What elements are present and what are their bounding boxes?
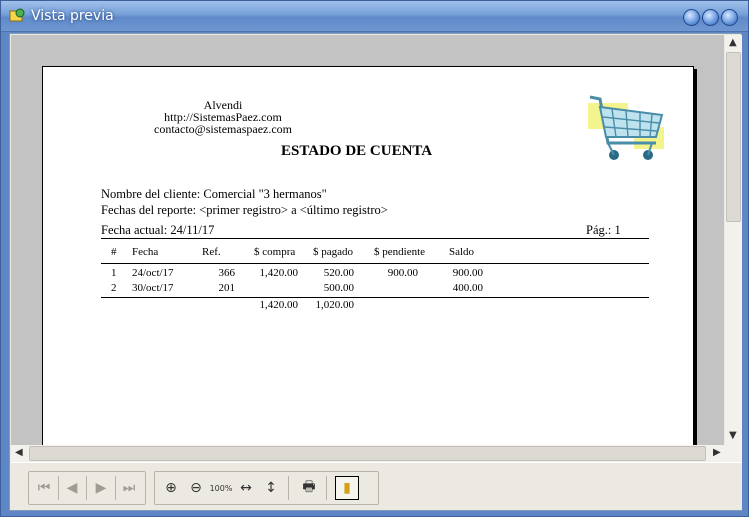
next-page-icon: ▶ — [95, 480, 107, 496]
fit-page-button[interactable]: ↕ — [259, 476, 283, 500]
col-header-saldo: Saldo — [449, 246, 475, 258]
row-pagado: 520.00 — [323, 267, 354, 279]
row-pagado: 500.00 — [323, 282, 354, 294]
app-icon — [9, 8, 25, 22]
exit-door-icon: ▮ — [343, 480, 351, 496]
fit-page-icon: ↕ — [265, 480, 277, 496]
row-saldo: 900.00 — [452, 267, 483, 279]
client-area: Alvendi http://SistemasPaez.com contacto… — [9, 33, 742, 511]
row-date: 30/oct/17 — [132, 282, 174, 294]
preview-toolbar: ⏮ ◀ ▶ ⏭ ⊕ ⊖ 100% ↔ ↕ 🖶 ▮ — [11, 462, 742, 510]
total-compra: 1,420.00 — [259, 299, 299, 311]
shopping-cart-logo — [588, 95, 664, 160]
row-compra: 1,420.00 — [259, 267, 299, 279]
navigation-group: ⏮ ◀ ▶ ⏭ — [28, 471, 146, 505]
print-button[interactable]: 🖶 — [297, 476, 321, 500]
close-button[interactable] — [721, 9, 738, 26]
col-header-ref: Ref. — [202, 246, 221, 258]
scroll-left-icon[interactable]: ◀ — [15, 447, 23, 458]
total-pagado: 1,020.00 — [315, 299, 355, 311]
toolbar-divider — [288, 476, 289, 500]
first-page-button[interactable]: ⏮ — [32, 476, 56, 500]
zoom-100-icon: 100% — [209, 483, 233, 493]
col-header-pagado: $ pagado — [313, 246, 354, 258]
report-dates: Fechas del reporte: <primer registro> a … — [101, 203, 388, 217]
last-page-button[interactable]: ⏭ — [117, 476, 141, 500]
window-title: Vista previa — [31, 8, 114, 24]
table-top-rule — [101, 238, 649, 239]
scroll-down-icon[interactable]: ▼ — [729, 430, 737, 441]
col-header-compra: $ compra — [254, 246, 296, 258]
vertical-scroll-thumb[interactable] — [726, 52, 741, 222]
current-date: Fecha actual: 24/11/17 — [101, 223, 215, 237]
close-preview-button[interactable]: ▮ — [335, 476, 359, 500]
printer-icon: 🖶 — [302, 479, 316, 495]
report-title: ESTADO DE CUENTA — [281, 143, 433, 159]
toolbar-divider — [58, 476, 59, 500]
totals-rule — [101, 297, 649, 298]
zoom-in-button[interactable]: ⊕ — [159, 476, 183, 500]
row-ref: 201 — [218, 282, 236, 294]
col-header-num: # — [111, 246, 117, 258]
title-bar[interactable]: Vista previa — [1, 1, 748, 32]
client-name: Nombre del cliente: Comercial "3 hermano… — [101, 187, 327, 201]
fit-width-button[interactable]: ↔ — [234, 476, 258, 500]
header-bottom-rule — [101, 263, 649, 264]
row-pendiente: 900.00 — [387, 267, 418, 279]
company-email: contacto@sistemaspaez.com — [154, 122, 292, 136]
zoom-out-icon: ⊖ — [190, 480, 202, 496]
fit-width-icon: ↔ — [240, 480, 252, 496]
last-page-icon: ⏭ — [122, 480, 136, 496]
row-ref: 366 — [218, 267, 236, 279]
page-number: Pág.: 1 — [586, 223, 621, 237]
toolbar-divider — [326, 476, 327, 500]
zoom-print-group: ⊕ ⊖ 100% ↔ ↕ 🖶 ▮ — [154, 471, 379, 505]
toolbar-divider — [86, 476, 87, 500]
prev-page-button[interactable]: ◀ — [60, 476, 84, 500]
prev-page-icon: ◀ — [66, 480, 78, 496]
minimize-button[interactable] — [683, 9, 700, 26]
report-page: Alvendi http://SistemasPaez.com contacto… — [42, 66, 694, 445]
horizontal-scrollbar[interactable]: ◀ ▶ — [11, 445, 742, 462]
maximize-button[interactable] — [702, 9, 719, 26]
zoom-100-button[interactable]: 100% — [209, 476, 233, 500]
row-num: 1 — [111, 267, 117, 279]
zoom-in-icon: ⊕ — [165, 480, 177, 496]
first-page-icon: ⏮ — [37, 480, 51, 496]
row-num: 2 — [111, 282, 117, 294]
next-page-button[interactable]: ▶ — [89, 476, 113, 500]
preview-canvas[interactable]: Alvendi http://SistemasPaez.com contacto… — [11, 35, 724, 445]
preview-window: Vista previa Alvendi http://SistemasPaez… — [0, 0, 749, 517]
col-header-pendiente: $ pendiente — [374, 246, 426, 258]
row-date: 24/oct/17 — [132, 267, 174, 279]
col-header-date: Fecha — [132, 246, 159, 258]
scroll-up-icon[interactable]: ▲ — [729, 37, 737, 48]
zoom-out-button[interactable]: ⊖ — [184, 476, 208, 500]
toolbar-divider — [115, 476, 116, 500]
vertical-scrollbar[interactable]: ▲ ▼ — [725, 35, 742, 445]
scroll-right-icon[interactable]: ▶ — [713, 447, 721, 458]
row-saldo: 400.00 — [452, 282, 483, 294]
horizontal-scroll-thumb[interactable] — [29, 446, 706, 461]
